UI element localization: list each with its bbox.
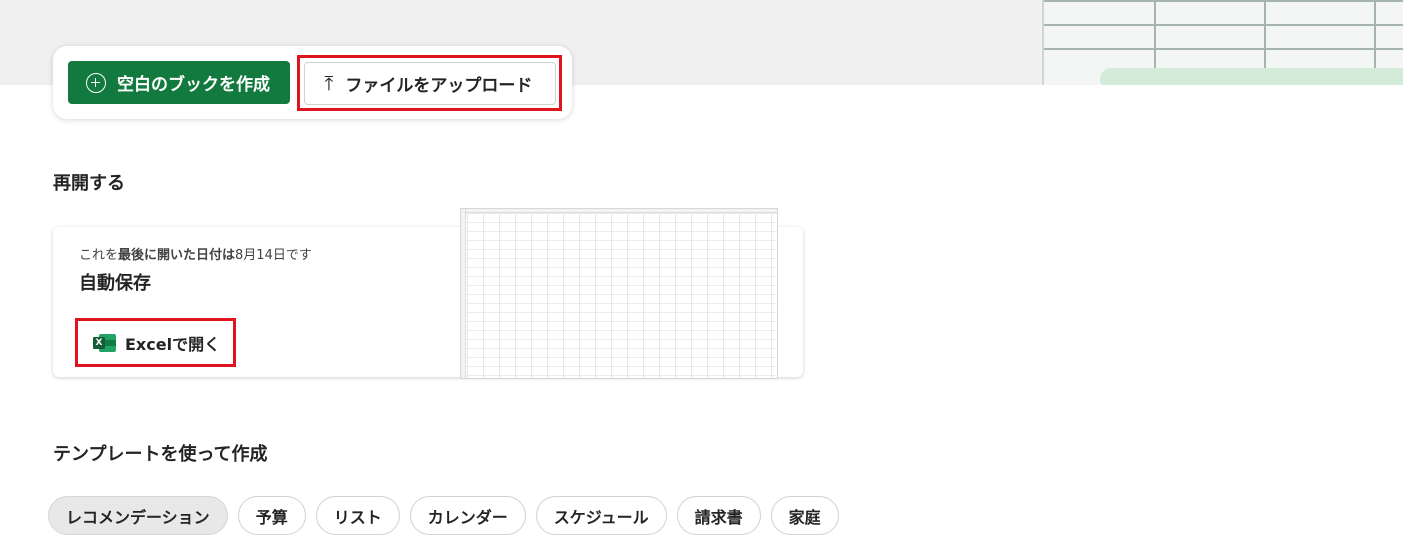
upload-file-label: ファイルをアップロード [345,75,533,96]
workbook-thumbnail[interactable] [460,208,778,379]
excel-app-icon: X [93,333,116,352]
arrow-up-to-line-icon: ⤒ [324,71,334,95]
recent-file-name: 自動保存 [79,273,151,294]
chip-schedule[interactable]: スケジュール [535,496,667,535]
template-category-chips: レコメンデーション 予算 リスト カレンダー スケジュール 請求書 家庭 [48,496,839,535]
chip-calendar[interactable]: カレンダー [409,496,526,535]
chip-budget[interactable]: 予算 [237,496,306,535]
chip-list[interactable]: リスト [315,496,400,535]
chip-recommendations[interactable]: レコメンデーション [48,496,228,535]
chip-invoice[interactable]: 請求書 [676,496,761,535]
plus-circle-icon [86,72,106,93]
chip-home[interactable]: 家庭 [770,496,839,535]
templates-section-title: テンプレートを使って作成 [53,444,268,465]
new-blank-workbook-button[interactable]: 空白のブックを作成 [68,61,290,104]
new-blank-workbook-label: 空白のブックを作成 [117,75,270,95]
resume-section-title: 再開する [53,173,125,194]
upload-highlight-box: ⤒ ファイルをアップロード [297,55,562,111]
open-in-excel-button[interactable]: X Excelで開く [78,321,220,364]
spreadsheet-illustration [1040,0,1403,85]
open-in-excel-highlight-box: X Excelで開く [75,318,236,367]
upload-file-button[interactable]: ⤒ ファイルをアップロード [303,61,556,105]
create-actions-card: 空白のブックを作成 ⤒ ファイルをアップロード [53,46,572,119]
last-opened-text: これを最後に開いた日付は8月14日です [79,248,312,263]
open-in-excel-label: Excelで開く [125,334,221,354]
